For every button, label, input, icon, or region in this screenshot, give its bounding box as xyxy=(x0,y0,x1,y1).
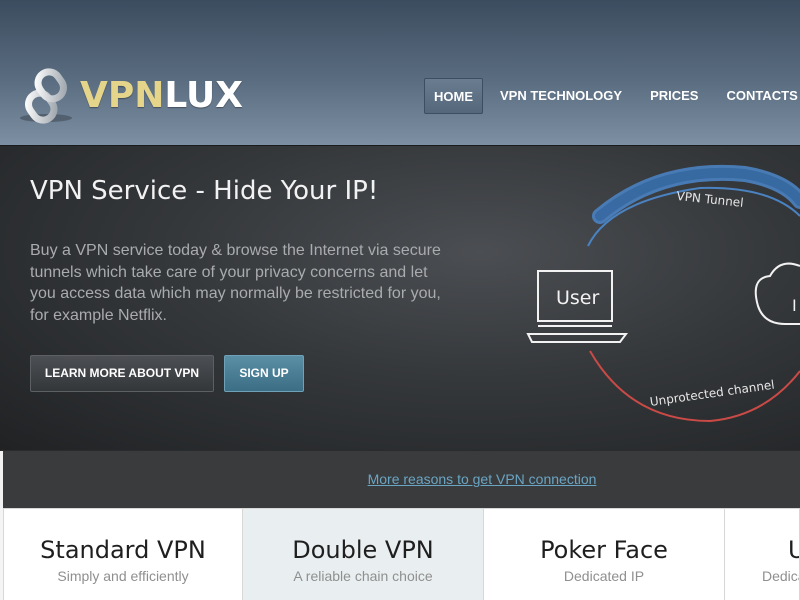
hero-banner: VPN Service - Hide Your IP! Buy a VPN se… xyxy=(0,145,800,450)
interlocked-rings-logo-icon xyxy=(20,68,72,124)
nav-prices[interactable]: PRICES xyxy=(637,78,711,114)
main-nav: HOME VPN TECHNOLOGY PRICES CONTACTS xyxy=(424,78,800,114)
plan-card-double-vpn[interactable]: Double VPN A reliable chain choice xyxy=(242,508,484,600)
more-reasons-link[interactable]: More reasons to get VPN connection xyxy=(0,471,800,487)
site-header: VPNLUX HOME VPN TECHNOLOGY PRICES CONTAC… xyxy=(0,0,800,145)
reasons-strip: More reasons to get VPN connection xyxy=(0,450,800,509)
hero-title: VPN Service - Hide Your IP! xyxy=(30,176,379,206)
nav-contacts[interactable]: CONTACTS xyxy=(713,78,800,114)
plan-subtitle: Dedicated IP xyxy=(563,568,645,584)
cloud-label: I xyxy=(792,296,797,315)
plan-subtitle: Dedica xyxy=(762,568,799,584)
logo[interactable]: VPNLUX xyxy=(14,68,243,124)
sign-up-button[interactable]: SIGN UP xyxy=(224,355,304,392)
plans-row: Standard VPN Simply and efficiently Doub… xyxy=(0,508,800,600)
unprotected-channel-label: Unprotected channel xyxy=(649,378,775,409)
laptop-user-label: User xyxy=(556,287,599,309)
plan-card-standard-vpn[interactable]: Standard VPN Simply and efficiently xyxy=(3,508,243,600)
nav-home[interactable]: HOME xyxy=(424,78,483,114)
logo-text-lux: LUX xyxy=(164,75,244,116)
hero-description: Buy a VPN service today & browse the Int… xyxy=(30,242,441,324)
plan-name: Double VPN xyxy=(292,536,434,564)
vpn-tunnel-label: VPN Tunnel xyxy=(676,189,744,210)
logo-text-vpn: VPN xyxy=(80,75,165,116)
plan-card-poker-face[interactable]: Poker Face Dedicated IP xyxy=(483,508,725,600)
plan-name: U xyxy=(725,536,799,564)
plan-name: Poker Face xyxy=(540,536,668,564)
plan-subtitle: Simply and efficiently xyxy=(57,568,189,584)
nav-vpn-technology[interactable]: VPN TECHNOLOGY xyxy=(487,78,635,114)
plan-name: Standard VPN xyxy=(40,536,206,564)
logo-wordmark: VPNLUX xyxy=(80,76,243,116)
vpn-diagram: VPN Tunnel User I Unprotected channel xyxy=(526,164,800,423)
plan-subtitle: A reliable chain choice xyxy=(293,568,433,584)
plan-card-partial[interactable]: U Dedica xyxy=(724,508,800,600)
learn-more-button[interactable]: LEARN MORE ABOUT VPN xyxy=(30,355,214,392)
